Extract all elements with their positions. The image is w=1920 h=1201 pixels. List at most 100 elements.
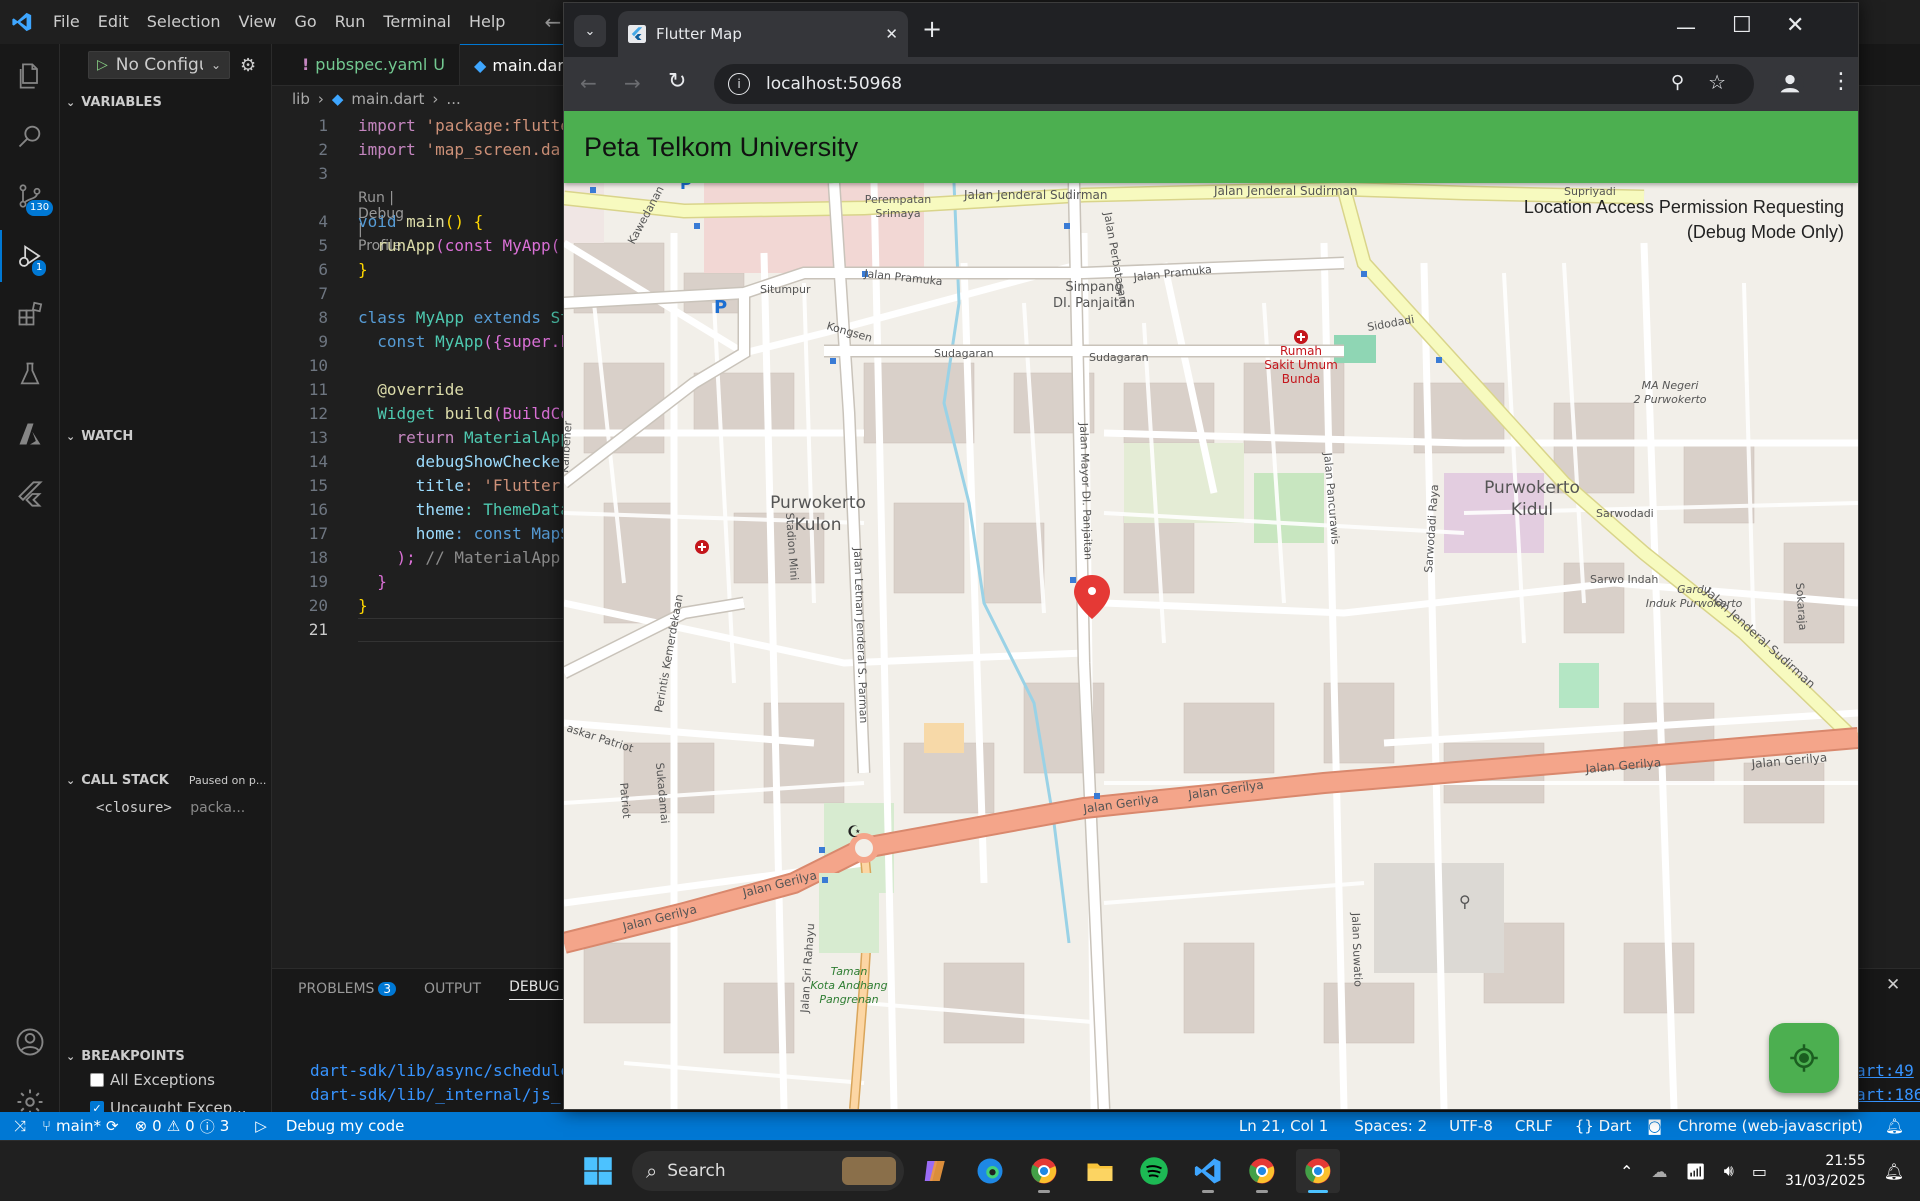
osm-map[interactable]: P P ☪ ⚲ Purwokerto Kulon Purwokerto Kidu… bbox=[564, 183, 1858, 1109]
debug-console-link[interactable]: art:49 bbox=[1856, 1061, 1914, 1080]
tab-search-chevron-icon[interactable]: ⌄ bbox=[574, 15, 606, 47]
menu-help[interactable]: Help bbox=[460, 0, 514, 44]
notice-line-1: Location Access Permission Requesting bbox=[1523, 197, 1844, 217]
my-location-button[interactable] bbox=[1769, 1023, 1839, 1093]
account-icon[interactable] bbox=[0, 1016, 60, 1068]
branch-status[interactable]: ⑂ main* ⟳ bbox=[34, 1117, 127, 1135]
run-debug-icon[interactable]: 1 bbox=[0, 230, 60, 282]
vscode-app-icon[interactable] bbox=[1186, 1149, 1230, 1193]
maximize-icon[interactable]: ☐ bbox=[1732, 13, 1752, 38]
copilot-app-icon[interactable] bbox=[914, 1149, 958, 1193]
panel-tab-output[interactable]: OUTPUT bbox=[424, 981, 481, 997]
windows-start-icon[interactable] bbox=[576, 1149, 620, 1193]
chrome-tab-flutter-map[interactable]: Flutter Map ✕ bbox=[618, 11, 908, 57]
code-line: title: 'Flutter bbox=[415, 476, 561, 495]
taskbar-clock[interactable]: 21:55 31/03/2025 bbox=[1785, 1151, 1866, 1191]
copilot-icon[interactable]: ◙ bbox=[1639, 1117, 1670, 1135]
call-stack-frame[interactable]: <closure> packa... bbox=[96, 800, 245, 816]
site-info-icon[interactable]: i bbox=[728, 73, 750, 95]
debug-target-status[interactable]: Chrome (web-javascript) bbox=[1670, 1117, 1871, 1135]
breakpoint-all-exceptions[interactable]: All Exceptions bbox=[90, 1071, 215, 1089]
volume-icon[interactable]: 🔊︎ bbox=[1724, 1161, 1734, 1181]
menu-terminal[interactable]: Terminal bbox=[374, 0, 460, 44]
menu-run[interactable]: Run bbox=[326, 0, 375, 44]
profile-avatar-icon[interactable] bbox=[1776, 69, 1804, 97]
taskbar-search[interactable]: ⌕ Search bbox=[632, 1151, 904, 1191]
search-icon[interactable] bbox=[0, 110, 60, 162]
close-window-icon[interactable]: ✕ bbox=[1786, 13, 1804, 38]
panel-tab-problems[interactable]: PROBLEMS 3 bbox=[298, 981, 397, 997]
menu-selection[interactable]: Selection bbox=[138, 0, 230, 44]
debug-console-line[interactable]: dart-sdk/lib/async/schedule bbox=[310, 1061, 570, 1080]
breadcrumb-file[interactable]: main.dart bbox=[351, 90, 424, 108]
flutter-favicon-icon bbox=[628, 25, 646, 43]
remote-icon[interactable]: ⤨ bbox=[0, 1117, 34, 1135]
eol-status[interactable]: CRLF bbox=[1507, 1117, 1561, 1135]
minimize-icon[interactable]: — bbox=[1676, 15, 1696, 39]
tab-close-icon[interactable]: ✕ bbox=[885, 25, 898, 43]
encoding-status[interactable]: UTF-8 bbox=[1441, 1117, 1501, 1135]
clock-time: 21:55 bbox=[1825, 1153, 1866, 1169]
debug-settings-gear-icon[interactable]: ⚙ bbox=[240, 55, 256, 76]
explorer-icon[interactable] bbox=[0, 50, 60, 102]
watch-section-header[interactable]: ⌄ WATCH bbox=[60, 424, 272, 448]
nav-back-icon[interactable]: ← bbox=[544, 10, 561, 34]
tab-pubspec[interactable] bbox=[272, 44, 286, 85]
label-ma-negeri-2: 2 Purwokerto bbox=[1633, 393, 1706, 406]
show-hidden-icons-chevron-icon[interactable]: ⌃ bbox=[1620, 1162, 1633, 1181]
spotify-app-icon[interactable] bbox=[1132, 1149, 1176, 1193]
back-arrow-icon[interactable]: ← bbox=[580, 71, 597, 95]
chrome-profile-app-icon[interactable] bbox=[1240, 1149, 1284, 1193]
checkbox-unchecked[interactable] bbox=[90, 1073, 104, 1087]
debug-status[interactable]: ▷ Debug my code bbox=[247, 1117, 412, 1135]
menu-edit[interactable]: Edit bbox=[89, 0, 138, 44]
file-explorer-app-icon[interactable] bbox=[1078, 1149, 1122, 1193]
flutter-icon[interactable] bbox=[0, 468, 60, 520]
search-label: Search bbox=[667, 1161, 726, 1181]
bookmark-star-icon[interactable]: ☆ bbox=[1708, 70, 1726, 94]
line-number: 7 bbox=[318, 284, 328, 303]
notifications-icon[interactable]: 🔔︎ bbox=[1884, 1162, 1904, 1181]
debug-run-icon: ▷ bbox=[255, 1117, 267, 1135]
problems-label: PROBLEMS bbox=[298, 981, 375, 997]
location-pin-icon[interactable]: ⚲ bbox=[1671, 72, 1684, 93]
source-control-icon[interactable]: 130 bbox=[0, 170, 60, 222]
chrome-active-app-icon[interactable] bbox=[1296, 1149, 1340, 1193]
menu-go[interactable]: Go bbox=[285, 0, 325, 44]
address-bar[interactable]: i localhost:50968 ⚲ ☆ bbox=[714, 64, 1754, 104]
chrome-menu-icon[interactable]: ⋮ bbox=[1830, 69, 1852, 94]
breadcrumb-lib[interactable]: lib bbox=[292, 90, 310, 108]
problems-status[interactable]: ⊗ 0 ⚠ 0 ⓘ 3 bbox=[127, 1116, 238, 1137]
new-tab-plus-icon[interactable]: + bbox=[922, 15, 942, 43]
breakpoints-section-header[interactable]: ⌄ BREAKPOINTS bbox=[60, 1044, 272, 1068]
azure-icon[interactable] bbox=[0, 408, 60, 460]
battery-icon[interactable]: ▭ bbox=[1752, 1162, 1767, 1181]
variables-section-header[interactable]: ⌄ VARIABLES bbox=[60, 90, 272, 114]
chrome-toolbar: ← → ↻ i localhost:50968 ⚲ ☆ ⋮ bbox=[564, 57, 1858, 111]
onedrive-icon[interactable]: ☁ bbox=[1651, 1162, 1667, 1181]
wifi-icon[interactable]: 📶︎ bbox=[1685, 1162, 1705, 1181]
run-config-select[interactable]: ▷ No Configu ⌄ bbox=[88, 51, 230, 79]
breadcrumb-more[interactable]: ... bbox=[446, 90, 460, 108]
testing-icon[interactable] bbox=[0, 348, 60, 400]
frame-name: <closure> bbox=[96, 800, 172, 816]
language-status[interactable]: {} Dart bbox=[1567, 1117, 1640, 1135]
notifications-bell-icon[interactable]: 🔔︎ bbox=[1877, 1117, 1912, 1135]
extensions-icon[interactable] bbox=[0, 288, 60, 340]
indentation-status[interactable]: Spaces: 2 bbox=[1346, 1117, 1435, 1135]
cursor-position[interactable]: Ln 21, Col 1 bbox=[1231, 1117, 1336, 1135]
park-area bbox=[1254, 473, 1324, 543]
tab-pubspec-yaml[interactable]: ! pubspec.yaml U bbox=[288, 44, 460, 85]
line-number: 14 bbox=[308, 452, 328, 471]
chrome-app-icon[interactable] bbox=[1022, 1149, 1066, 1193]
panel-close-icon[interactable]: ✕ bbox=[1886, 975, 1900, 995]
menu-file[interactable]: File bbox=[44, 0, 89, 44]
call-stack-section-header[interactable]: ⌄ CALL STACK Paused on p... bbox=[60, 768, 272, 792]
debug-console-link[interactable]: art:186 bbox=[1856, 1085, 1920, 1104]
label-gardu: Gardu bbox=[1677, 583, 1711, 596]
forward-arrow-icon[interactable]: → bbox=[624, 71, 641, 95]
debug-console-line[interactable]: dart-sdk/lib/_internal/js_ bbox=[310, 1085, 560, 1104]
edge-app-icon[interactable] bbox=[968, 1149, 1012, 1193]
reload-icon[interactable]: ↻ bbox=[668, 69, 686, 94]
menu-view[interactable]: View bbox=[230, 0, 286, 44]
